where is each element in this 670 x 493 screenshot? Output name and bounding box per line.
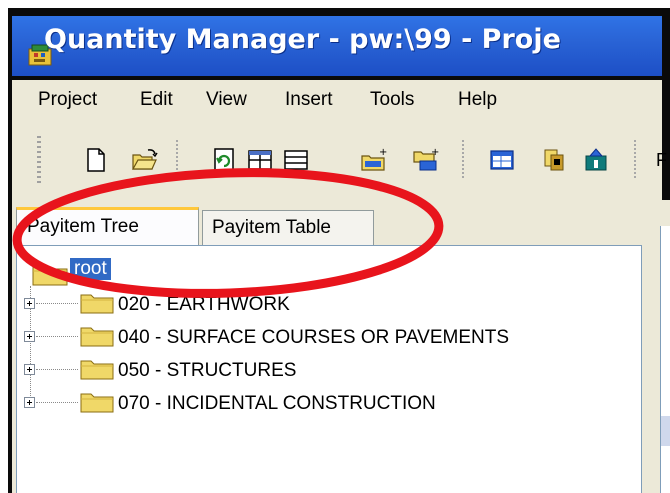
- folder-icon: [80, 358, 114, 380]
- tree-item-label[interactable]: 040 - SURFACE COURSES OR PAVEMENTS: [118, 327, 509, 349]
- menu-tools[interactable]: Tools: [370, 88, 414, 112]
- insert-rows-icon[interactable]: [282, 146, 310, 174]
- new-document-icon[interactable]: [82, 146, 110, 174]
- right-panel-edge: [660, 226, 670, 493]
- insert-columns-icon[interactable]: [246, 146, 274, 174]
- menu-view[interactable]: View: [206, 88, 247, 112]
- expand-icon[interactable]: [24, 397, 35, 408]
- tree-item-label[interactable]: 050 - STRUCTURES: [118, 360, 296, 382]
- right-panel-header-edge: [660, 416, 670, 446]
- tree-item-label[interactable]: 070 - INCIDENTAL CONSTRUCTION: [118, 393, 436, 415]
- export-icon[interactable]: [582, 146, 610, 174]
- menu-help[interactable]: Help: [458, 88, 497, 112]
- tab-payitem-table[interactable]: Payitem Table: [202, 210, 374, 245]
- folder-icon: [80, 325, 114, 347]
- svg-text:+: +: [431, 147, 439, 158]
- tree-connector: [36, 336, 78, 338]
- expand-icon[interactable]: [24, 298, 35, 309]
- toolbar-grip[interactable]: [37, 136, 41, 186]
- copy-items-icon[interactable]: [540, 146, 568, 174]
- root-folder-icon: [32, 262, 68, 286]
- menu-bar: [12, 80, 662, 118]
- window-title: Quantity Manager - pw:\99 - Proje: [44, 24, 561, 55]
- svg-text:+: +: [379, 147, 387, 158]
- expand-icon[interactable]: [24, 331, 35, 342]
- tree-connector: [36, 402, 78, 404]
- tree-connector: [36, 303, 78, 305]
- open-folder-icon[interactable]: [130, 146, 158, 174]
- toolbar-separator: [462, 140, 464, 180]
- folder-icon: [80, 292, 114, 314]
- tree-item-label[interactable]: 020 - EARTHWORK: [118, 294, 290, 316]
- menu-project[interactable]: Project: [38, 88, 97, 112]
- refresh-document-icon[interactable]: [210, 146, 238, 174]
- menu-insert[interactable]: Insert: [285, 88, 333, 112]
- menu-edit[interactable]: Edit: [140, 88, 173, 112]
- expand-icon[interactable]: [24, 364, 35, 375]
- tab-payitem-tree[interactable]: Payitem Tree: [16, 207, 199, 245]
- toolbar-separator: [176, 140, 178, 180]
- add-item-icon[interactable]: +: [412, 146, 440, 174]
- tree-root[interactable]: root: [70, 258, 111, 280]
- toolbar-clipped-label: F: [656, 150, 667, 170]
- tree-connector: [36, 369, 78, 371]
- folder-icon: [80, 391, 114, 413]
- add-folder-icon[interactable]: +: [360, 146, 388, 174]
- title-bar[interactable]: Quantity Manager - pw:\99 - Proje: [12, 16, 662, 76]
- toolbar-separator: [634, 140, 636, 180]
- table-window-icon[interactable]: [488, 146, 516, 174]
